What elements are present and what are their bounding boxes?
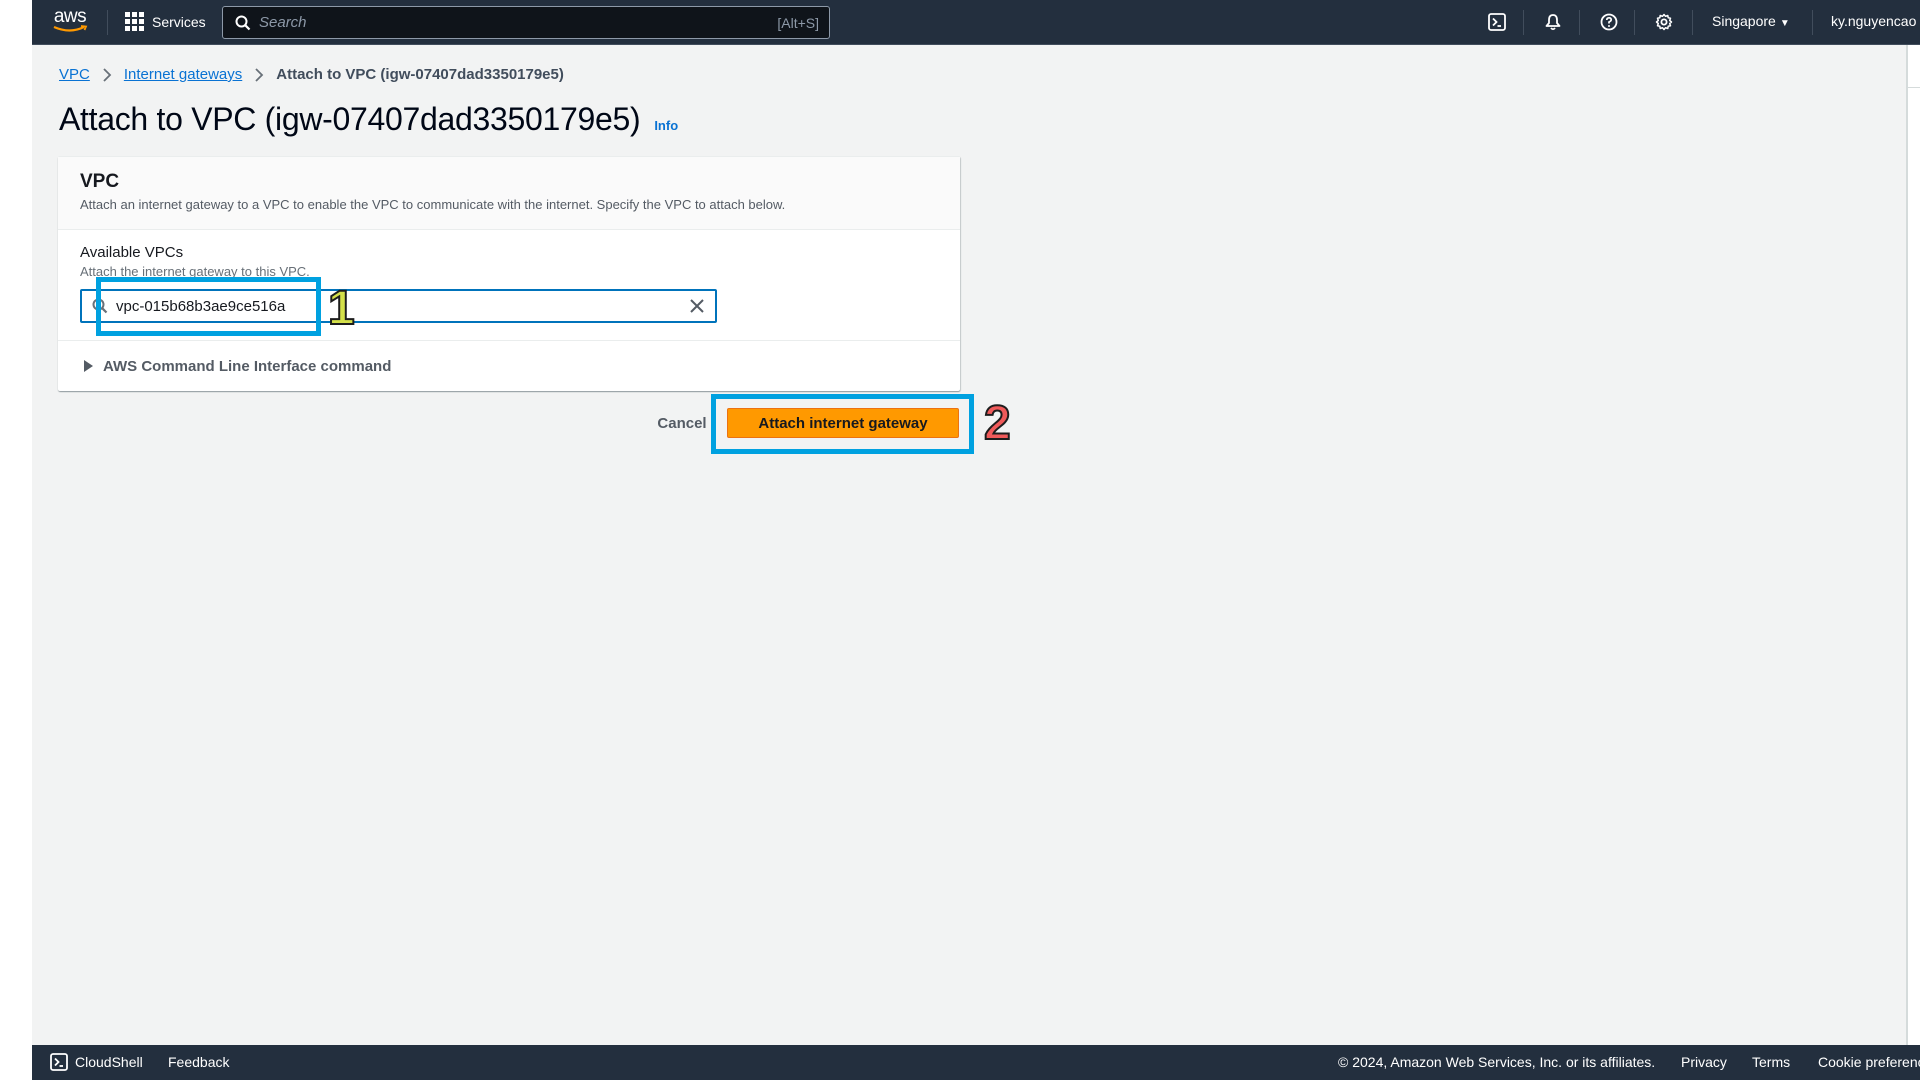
copyright-text: © 2024, Amazon Web Services, Inc. or its… <box>1338 1054 1656 1070</box>
vpc-container-header: VPC Attach an internet gateway to a VPC … <box>58 157 960 230</box>
region-label: Singapore <box>1712 13 1776 29</box>
cloudshell-icon <box>50 1053 68 1071</box>
chevron-right-icon <box>102 67 112 82</box>
vpc-id-input[interactable] <box>116 297 689 315</box>
cancel-button[interactable]: Cancel <box>652 408 712 438</box>
left-margin <box>0 0 32 1080</box>
console-footer: CloudShell Feedback © 2024, Amazon Web S… <box>32 1045 1920 1080</box>
user-name: ky.nguyencao <box>1831 13 1917 29</box>
footer-cloudshell-button[interactable]: CloudShell <box>50 1053 143 1071</box>
cloudshell-label: CloudShell <box>75 1054 143 1070</box>
vpc-container: VPC Attach an internet gateway to a VPC … <box>58 156 960 391</box>
right-tools-panel <box>1906 45 1920 1045</box>
nav-divider <box>1692 10 1693 35</box>
terms-link[interactable]: Terms <box>1752 1054 1790 1070</box>
search-shortcut-hint: [Alt+S] <box>777 14 819 31</box>
search-icon <box>235 15 251 30</box>
cli-command-label: AWS Command Line Interface command <box>103 357 392 375</box>
nav-divider <box>1812 10 1813 35</box>
help-button[interactable] <box>1598 11 1620 33</box>
main-content: VPC Internet gateways Attach to VPC (igw… <box>32 45 1906 1045</box>
vpc-autosuggest-input[interactable] <box>80 289 717 323</box>
container-title: VPC <box>80 171 120 192</box>
settings-gear-icon <box>1655 13 1673 31</box>
field-description: Attach the internet gateway to this VPC. <box>80 264 310 279</box>
top-navigation-bar: aws Services [Alt+S] <box>32 0 1920 45</box>
privacy-link[interactable]: Privacy <box>1681 1054 1727 1070</box>
info-link[interactable]: Info <box>654 118 678 133</box>
caret-down-icon: ▼ <box>1779 18 1790 29</box>
chevron-right-icon <box>254 67 264 82</box>
global-search-box[interactable]: [Alt+S] <box>222 6 830 39</box>
page-title: Attach to VPC (igw-07407dad3350179e5) <box>59 101 641 137</box>
notifications-button[interactable] <box>1542 11 1564 33</box>
feedback-link[interactable]: Feedback <box>168 1054 229 1070</box>
attach-internet-gateway-button[interactable]: Attach internet gateway <box>727 408 959 438</box>
page-header: Attach to VPC (igw-07407dad3350179e5) In… <box>59 101 678 138</box>
nav-divider <box>107 10 108 35</box>
breadcrumb-current-page: Attach to VPC (igw-07407dad3350179e5) <box>276 66 564 83</box>
nav-divider <box>1579 10 1580 35</box>
breadcrumb-vpc-link[interactable]: VPC <box>59 66 90 83</box>
cookie-preferences-link[interactable]: Cookie preferences <box>1818 1054 1920 1070</box>
services-grid-icon <box>125 12 144 31</box>
aws-logo-text: aws <box>53 6 87 27</box>
aws-smile-icon <box>53 25 88 32</box>
breadcrumb-internet-gateways-link[interactable]: Internet gateways <box>124 66 242 83</box>
cloudshell-button[interactable] <box>1486 11 1508 33</box>
account-menu[interactable]: ky.nguyencao <box>1831 13 1916 29</box>
caret-right-icon <box>84 360 93 372</box>
field-label: Available VPCs <box>80 244 184 261</box>
help-icon <box>1600 13 1618 31</box>
global-search-input[interactable] <box>259 14 778 31</box>
services-menu-button[interactable]: Services <box>125 12 206 31</box>
cloudshell-icon <box>1488 13 1506 31</box>
nav-divider <box>1634 10 1635 35</box>
settings-button[interactable] <box>1653 11 1675 33</box>
notifications-bell-icon <box>1545 14 1561 31</box>
search-icon <box>92 298 108 314</box>
clear-input-button[interactable] <box>689 298 705 314</box>
breadcrumb: VPC Internet gateways Attach to VPC (igw… <box>59 66 564 83</box>
close-icon <box>690 299 704 313</box>
cli-command-expander[interactable]: AWS Command Line Interface command <box>58 341 960 391</box>
region-selector[interactable]: Singapore ▼ <box>1712 13 1790 29</box>
container-description: Attach an internet gateway to a VPC to e… <box>80 197 786 212</box>
aws-logo[interactable]: aws <box>52 6 88 36</box>
available-vpcs-field: Available VPCs Attach the internet gatew… <box>58 230 960 341</box>
nav-divider <box>1523 10 1524 35</box>
services-label: Services <box>152 13 206 30</box>
